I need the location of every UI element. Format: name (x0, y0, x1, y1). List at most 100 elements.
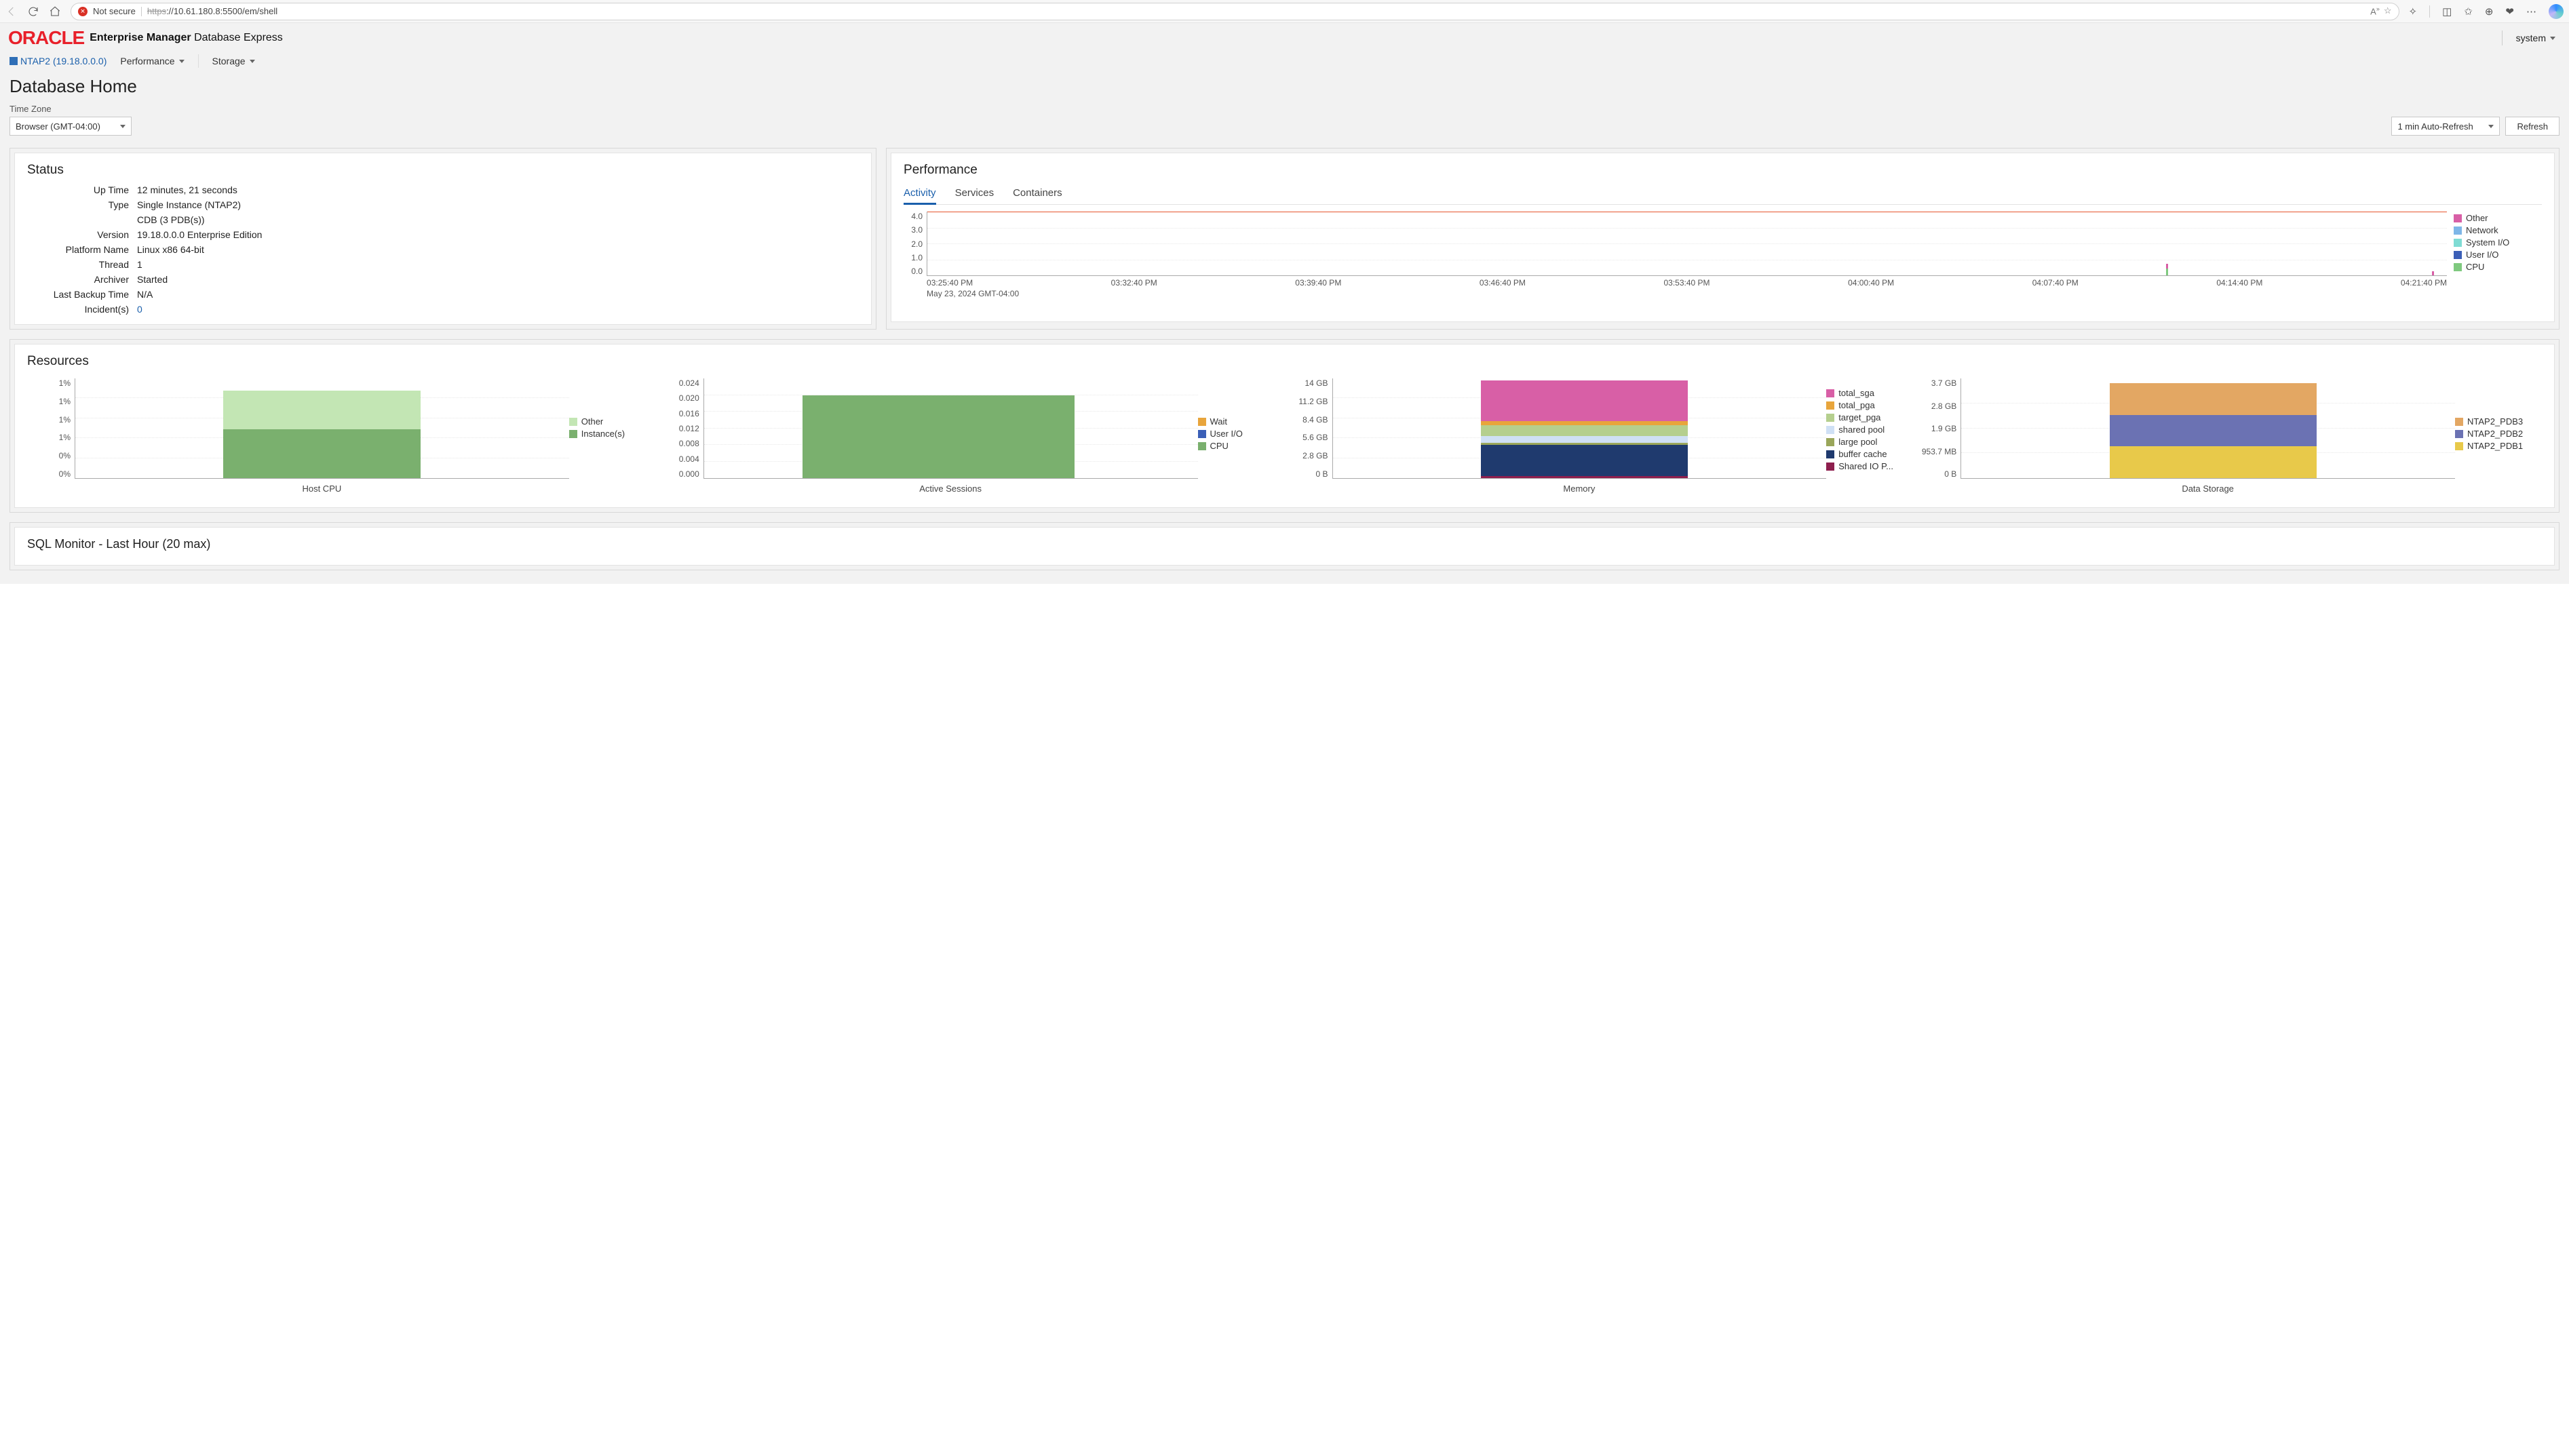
activity-spike (2166, 264, 2168, 275)
y-tick: 14 GB (1290, 378, 1328, 388)
legend-pdb2: NTAP2_PDB2 (2467, 429, 2523, 439)
y-tick: 3.0 (904, 225, 923, 235)
type-value: Single Instance (NTAP2) (137, 199, 859, 210)
heart-icon[interactable]: ❤ (2505, 5, 2514, 18)
memory-chart[interactable]: 14 GB 11.2 GB 8.4 GB 5.6 GB 2.8 GB 0 B (1290, 376, 1827, 498)
chevron-down-icon (2550, 37, 2555, 40)
y-tick: 0.020 (661, 393, 699, 403)
y-tick: 0.008 (661, 439, 699, 448)
legend-user-io: User I/O (1210, 429, 1243, 439)
legend-total-sga: total_sga (1838, 388, 1874, 398)
refresh-icon[interactable] (27, 5, 39, 18)
db-target-link[interactable]: NTAP2 (19.18.0.0.0) (9, 56, 107, 66)
active-sessions-chart[interactable]: 0.024 0.020 0.016 0.012 0.008 0.004 0.00… (661, 376, 1198, 498)
url-proto: https (147, 6, 166, 16)
activity-spike (2432, 271, 2434, 275)
activity-chart[interactable]: 4.0 3.0 2.0 1.0 0.0 (904, 210, 2447, 312)
nav-performance[interactable]: Performance (119, 53, 185, 69)
y-tick: 0.024 (661, 378, 699, 388)
y-tick: 953.7 MB (1918, 447, 1956, 456)
data-storage-chart[interactable]: 3.7 GB 2.8 GB 1.9 GB 953.7 MB 0 B (1918, 376, 2455, 498)
collections-icon[interactable]: ⊕ (2485, 5, 2494, 18)
nav-storage[interactable]: Storage (211, 53, 256, 69)
incident-link[interactable]: 0 (137, 304, 859, 315)
uptime-label: Up Time (27, 184, 129, 195)
legend-cpu: CPU (2466, 262, 2484, 272)
user-menu[interactable]: system (2502, 31, 2561, 45)
legend-other: Other (2466, 213, 2488, 223)
favorites-bar-icon[interactable]: ✩ (2464, 5, 2473, 18)
more-icon[interactable]: ⋯ (2526, 5, 2536, 18)
tab-services[interactable]: Services (955, 184, 994, 204)
y-tick: 0% (33, 451, 71, 460)
incident-label: Incident(s) (27, 304, 129, 315)
resources-title: Resources (27, 354, 2542, 369)
home-icon[interactable] (49, 5, 61, 18)
thread-value: 1 (137, 259, 859, 270)
tab-activity[interactable]: Activity (904, 184, 936, 205)
extensions-icon[interactable]: ✧ (2409, 5, 2418, 18)
platform-value: Linux x86 64-bit (137, 244, 859, 255)
url-rest: ://10.61.180.8:5500/em/shell (166, 6, 277, 16)
data-storage-title: Data Storage (1960, 484, 2455, 494)
y-tick: 0 B (1290, 469, 1328, 479)
back-icon[interactable] (5, 5, 18, 18)
y-tick: 0% (33, 469, 71, 479)
legend-user-io: User I/O (2466, 250, 2498, 260)
product-name: Enterprise Manager Database Express (90, 32, 283, 44)
read-aloud-icon[interactable]: A» (2370, 5, 2380, 16)
status-panel: Status Up Time 12 minutes, 21 seconds Ty… (14, 153, 872, 325)
resources-panel: Resources 1% 1% 1% 1% 0% 0% (14, 344, 2555, 508)
performance-title: Performance (904, 163, 2542, 178)
autorefresh-select[interactable]: 1 min Auto-Refresh (2391, 117, 2500, 136)
y-tick: 0.016 (661, 409, 699, 418)
browser-toolbar: Not secure https://10.61.180.8:5500/em/s… (0, 0, 2569, 23)
y-tick: 0 B (1918, 469, 1956, 479)
version-label: Version (27, 229, 129, 240)
y-tick: 11.2 GB (1290, 397, 1328, 406)
y-tick: 0.004 (661, 454, 699, 464)
y-tick: 5.6 GB (1290, 433, 1328, 442)
not-secure-icon (78, 7, 88, 16)
tab-containers[interactable]: Containers (1013, 184, 1062, 204)
legend-wait: Wait (1210, 416, 1228, 427)
refresh-button[interactable]: Refresh (2505, 117, 2560, 136)
sql-monitor-panel: SQL Monitor - Last Hour (20 max) (14, 527, 2555, 566)
legend-cpu: CPU (1210, 441, 1229, 451)
y-tick: 1.0 (904, 253, 923, 262)
address-bar[interactable]: Not secure https://10.61.180.8:5500/em/s… (71, 3, 2399, 20)
chevron-down-icon (2488, 125, 2494, 128)
backup-label: Last Backup Time (27, 289, 129, 300)
favorite-icon[interactable]: ☆ (2384, 5, 2392, 16)
type2-value: CDB (3 PDB(s)) (137, 214, 859, 225)
x-tick: 04:00:40 PM (1848, 278, 1894, 288)
memory-title: Memory (1332, 484, 1827, 494)
sql-monitor-title: SQL Monitor - Last Hour (20 max) (27, 537, 2542, 551)
activity-date: May 23, 2024 GMT-04:00 (927, 289, 1019, 298)
icons-divider (2429, 5, 2430, 18)
y-tick: 1.9 GB (1918, 424, 1956, 433)
thread-label: Thread (27, 259, 129, 270)
y-tick: 2.8 GB (1290, 451, 1328, 460)
nav-separator (198, 54, 199, 68)
legend-buffer-cache: buffer cache (1838, 449, 1887, 459)
legend-total-pga: total_pga (1838, 400, 1875, 410)
activity-legend: Other Network System I/O User I/O CPU (2454, 210, 2542, 312)
version-value: 19.18.0.0.0 Enterprise Edition (137, 229, 859, 240)
y-tick: 1% (33, 378, 71, 388)
legend-pdb3: NTAP2_PDB3 (2467, 416, 2523, 427)
sub-nav: NTAP2 (19.18.0.0.0) Performance Storage (0, 50, 2569, 75)
split-screen-icon[interactable]: ◫ (2442, 5, 2452, 18)
x-tick: 03:25:40 PM (927, 278, 973, 288)
legend-shared-pool: shared pool (1838, 425, 1885, 435)
x-tick: 03:39:40 PM (1295, 278, 1341, 288)
oracle-logo: ORACLE (8, 27, 84, 49)
timezone-select[interactable]: Browser (GMT-04:00) (9, 117, 132, 136)
x-tick: 03:32:40 PM (1111, 278, 1157, 288)
y-tick: 2.0 (904, 239, 923, 249)
type-label: Type (27, 199, 129, 210)
host-cpu-title: Host CPU (75, 484, 569, 494)
host-cpu-chart[interactable]: 1% 1% 1% 1% 0% 0% (33, 376, 569, 498)
copilot-icon[interactable] (2549, 4, 2564, 19)
not-secure-label: Not secure (93, 6, 136, 16)
